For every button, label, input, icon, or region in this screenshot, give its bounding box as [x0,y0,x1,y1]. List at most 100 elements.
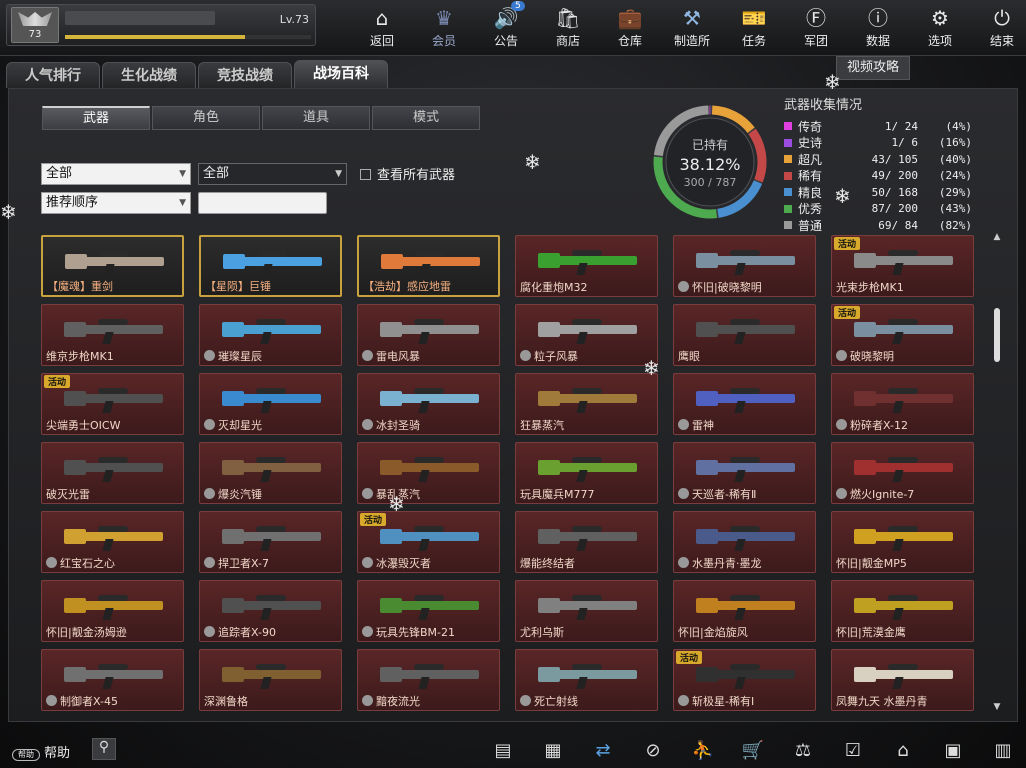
weapon-card[interactable]: 制御者X-45 [41,649,184,711]
player-profile[interactable]: 73 Lv.73 [6,4,316,46]
runner-icon[interactable]: ⛹ [678,738,728,764]
nav-alert-button[interactable]: ⓘ 数据 [847,0,909,48]
weapon-card[interactable]: 活动 尖端勇士OICW [41,373,184,435]
rarity-swatch [784,221,792,230]
weapon-card[interactable]: 死亡射线 [515,649,658,711]
scroll-thumb[interactable] [994,308,1000,362]
nav-gear-button[interactable]: ⚙ 选项 [909,0,971,48]
help-button[interactable]: 帮助 帮助 [12,742,70,761]
weapon-card[interactable]: 【魔魂】重剑 [41,235,184,297]
film-icon[interactable]: ▤ [478,738,528,764]
search-icon[interactable]: ⚲ [92,738,116,760]
subtab-1[interactable]: 角色 [152,106,260,130]
weapon-card[interactable]: 狂暴蒸汽 [515,373,658,435]
weapon-card[interactable]: 黯夜流光 [357,649,500,711]
weapon-card[interactable]: 燃火Ignite-7 [831,442,974,504]
weapon-card[interactable]: 怀旧|靓金汤姆逊 [41,580,184,642]
weapon-card[interactable]: 破灭光雷 [41,442,184,504]
weapon-image [854,248,953,275]
scale-icon[interactable]: ⚖ [778,738,828,764]
weapon-card[interactable]: 捍卫者X-7 [199,511,342,573]
scroll-down-icon[interactable]: ▼ [992,702,1002,712]
weapon-card[interactable]: 粉碎者X-12 [831,373,974,435]
search-input[interactable] [198,192,327,214]
weapon-card[interactable]: 追踪者X-90 [199,580,342,642]
sort-select[interactable]: 推荐顺序 ▼ [41,192,191,214]
weapon-card[interactable]: 玩具先锋BM-21 [357,580,500,642]
weapon-name: 雷电风暴 [362,348,420,364]
weapon-card[interactable]: 凤舞九天 水墨丹青 [831,649,974,711]
nav-shop-button[interactable]: 🛍 商店 [537,0,599,48]
weapon-grid-scrollbar[interactable]: ▲ ▼ [992,232,1002,712]
weapon-card[interactable]: 尤利乌斯 [515,580,658,642]
subcategory-select[interactable]: 全部 ▼ [198,163,347,185]
weapon-card[interactable]: 腐化重炮M32 [515,235,658,297]
nav-home-button[interactable]: ⌂ 返回 [351,0,413,48]
house-icon[interactable]: ⌂ [878,738,928,764]
weapon-image [538,248,637,275]
weapon-card[interactable]: 暴乱蒸汽 [357,442,500,504]
weapon-card[interactable]: 粒子风暴 [515,304,658,366]
weapon-card[interactable]: 深渊鲁格 [199,649,342,711]
weapon-card[interactable]: 灭却星光 [199,373,342,435]
nav-speaker-button[interactable]: 🔊 公告 5 [475,0,537,48]
scroll-up-icon[interactable]: ▲ [992,232,1002,242]
weapon-card[interactable]: 璀璨星辰 [199,304,342,366]
subtab-0[interactable]: 武器 [42,106,150,130]
compass-icon[interactable]: ⊘ [628,738,678,764]
video-guide-button[interactable]: 视频攻略 [836,56,911,80]
owned-icon [362,626,373,637]
nav-shield-button[interactable]: Ⓕ 军团 [785,0,847,48]
owned-icon [362,557,373,568]
weapon-card[interactable]: 怀旧|金焰旋风 [673,580,816,642]
rarity-percent: (24%) [938,169,972,183]
weapon-card[interactable]: 怀旧|破晓黎明 [673,235,816,297]
rarity-count: 1/ 24 [884,119,918,133]
weapon-card[interactable]: 【浩劫】感应地雷 [357,235,500,297]
weapon-name: 燃火Ignite-7 [836,486,914,502]
weapon-image [696,593,795,620]
weapon-card[interactable]: 维京步枪MK1 [41,304,184,366]
weapon-card[interactable]: 玩具魔兵M777 [515,442,658,504]
weapon-card[interactable]: 怀旧|靓金MP5 [831,511,974,573]
weapon-card[interactable]: 水墨丹青·墨龙 [673,511,816,573]
rarity-swatch [784,171,792,180]
cart-icon[interactable]: 🛒 [728,738,778,764]
weapon-card[interactable]: 鹰眼 [673,304,816,366]
weapon-card[interactable]: 雷神 [673,373,816,435]
screen-icon[interactable]: ▥ [978,738,1026,764]
weapon-card[interactable]: 活动 冰瀑毁灭者 [357,511,500,573]
tab-3[interactable]: 战场百科 [294,60,388,88]
weapon-card[interactable]: 怀旧|荒漠金鹰 [831,580,974,642]
weapon-card[interactable]: 活动 破晓黎明 [831,304,974,366]
weapon-card[interactable]: 爆能终结者 [515,511,658,573]
weapon-card[interactable]: 冰封圣骑 [357,373,500,435]
calendar-icon[interactable]: ▦ [528,738,578,764]
refresh-icon[interactable]: ⇄ [578,738,628,764]
owned-icon [204,626,215,637]
weapon-card[interactable]: 【星陨】巨锤 [199,235,342,297]
alert-icon: ⓘ [868,6,888,30]
tab-0[interactable]: 人气排行 [6,62,100,88]
nav-crown-button[interactable]: ♛ 会员 [413,0,475,48]
weapon-card[interactable]: 爆炎汽锤 [199,442,342,504]
nav-power-button[interactable]: ⏻ 结束 [971,0,1026,48]
calendar-check-icon[interactable]: ▣ [928,738,978,764]
weapon-card[interactable]: 雷电风暴 [357,304,500,366]
weapon-image [380,593,479,620]
weapon-card[interactable]: 活动 斩极星-稀有Ⅰ [673,649,816,711]
subtab-3[interactable]: 模式 [372,106,480,130]
collection-title: 武器收集情况 [784,98,863,113]
tab-1[interactable]: 生化战绩 [102,62,196,88]
weapon-card[interactable]: 天巡者-稀有Ⅱ [673,442,816,504]
nav-ticket-button[interactable]: 🎫 任务 [723,0,785,48]
weapon-card[interactable]: 活动 光束步枪MK1 [831,235,974,297]
nav-briefcase-button[interactable]: 💼 仓库 [599,0,661,48]
category-select[interactable]: 全部 ▼ [41,163,191,185]
nav-forge-button[interactable]: ⚒ 制造所 [661,0,723,48]
tab-2[interactable]: 竞技战绩 [198,62,292,88]
weapon-card[interactable]: 红宝石之心 [41,511,184,573]
subtab-2[interactable]: 道具 [262,106,370,130]
checklist-icon[interactable]: ☑ [828,738,878,764]
view-all-checkbox[interactable]: 查看所有武器 [360,164,455,183]
